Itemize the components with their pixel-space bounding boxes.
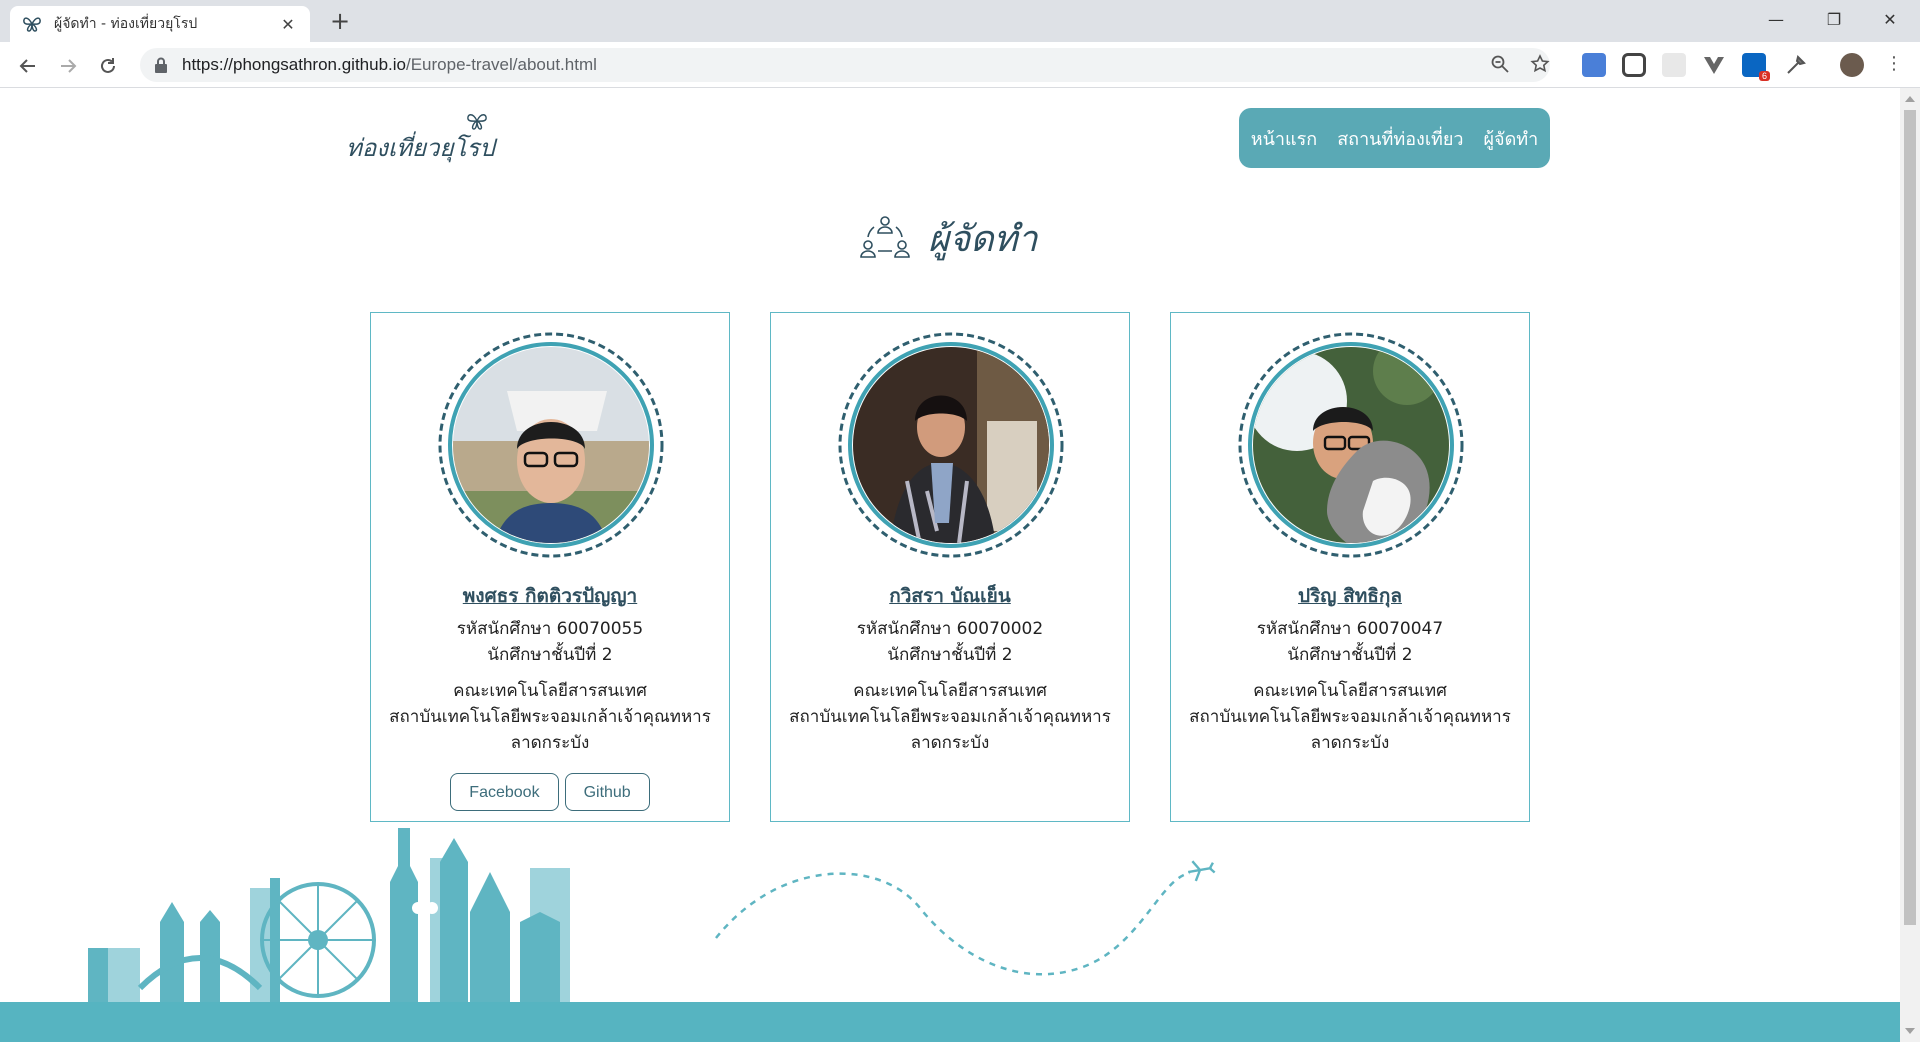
- skyline-illustration: [88, 828, 1216, 1002]
- translate-extension-icon[interactable]: [1582, 53, 1606, 77]
- scroll-up-icon[interactable]: [1905, 96, 1915, 102]
- forward-icon[interactable]: [54, 52, 82, 80]
- eyedropper-extension-icon[interactable]: [1784, 53, 1808, 77]
- minimize-icon[interactable]: —: [1756, 8, 1796, 32]
- butterfly-icon: [23, 17, 41, 32]
- footer-bar: [0, 1002, 1900, 1042]
- lock-icon: [155, 57, 167, 73]
- bookmark-star-icon[interactable]: [1526, 50, 1554, 78]
- scroll-down-icon[interactable]: [1905, 1028, 1915, 1034]
- menu-dots-icon[interactable]: ⋮: [1882, 53, 1906, 77]
- browser-tab[interactable]: ผู้จัดทำ - ท่องเที่ยวยุโรป ✕: [10, 6, 310, 42]
- url-path: /Europe-travel/about.html: [406, 55, 597, 74]
- profile-avatar[interactable]: [1840, 53, 1864, 77]
- page-scrollbar[interactable]: [1900, 88, 1920, 1042]
- tab-title: ผู้จัดทำ - ท่องเที่ยวยุโรป: [54, 16, 198, 32]
- reload-icon[interactable]: [94, 52, 122, 80]
- vue-extension-icon[interactable]: [1702, 53, 1726, 77]
- window-close-icon[interactable]: ✕: [1870, 8, 1910, 32]
- blank-extension-icon[interactable]: [1662, 53, 1686, 77]
- new-tab-button[interactable]: +: [326, 8, 354, 36]
- airplane-icon: [1187, 860, 1216, 882]
- zoom-icon[interactable]: [1486, 50, 1514, 78]
- restore-icon[interactable]: ❐: [1814, 8, 1854, 32]
- close-tab-icon[interactable]: ✕: [278, 15, 298, 34]
- browser-tabstrip: ผู้จัดทำ - ท่องเที่ยวยุโรป ✕ + — ❐ ✕: [0, 0, 1920, 42]
- url-host: https://phongsathron.github.io: [182, 55, 406, 74]
- page-viewport: ท่องเที่ยวยุโรป หน้าแรก สถานที่ท่องเที่ย…: [0, 88, 1900, 1042]
- shield-extension-icon[interactable]: [1622, 53, 1646, 77]
- back-icon[interactable]: [14, 52, 42, 80]
- extension-badge: 6: [1758, 71, 1770, 81]
- scrollbar-thumb[interactable]: [1904, 110, 1916, 925]
- linkedin-extension-icon[interactable]: 6: [1742, 53, 1770, 81]
- address-bar[interactable]: https://phongsathron.github.io/Europe-tr…: [140, 48, 1550, 82]
